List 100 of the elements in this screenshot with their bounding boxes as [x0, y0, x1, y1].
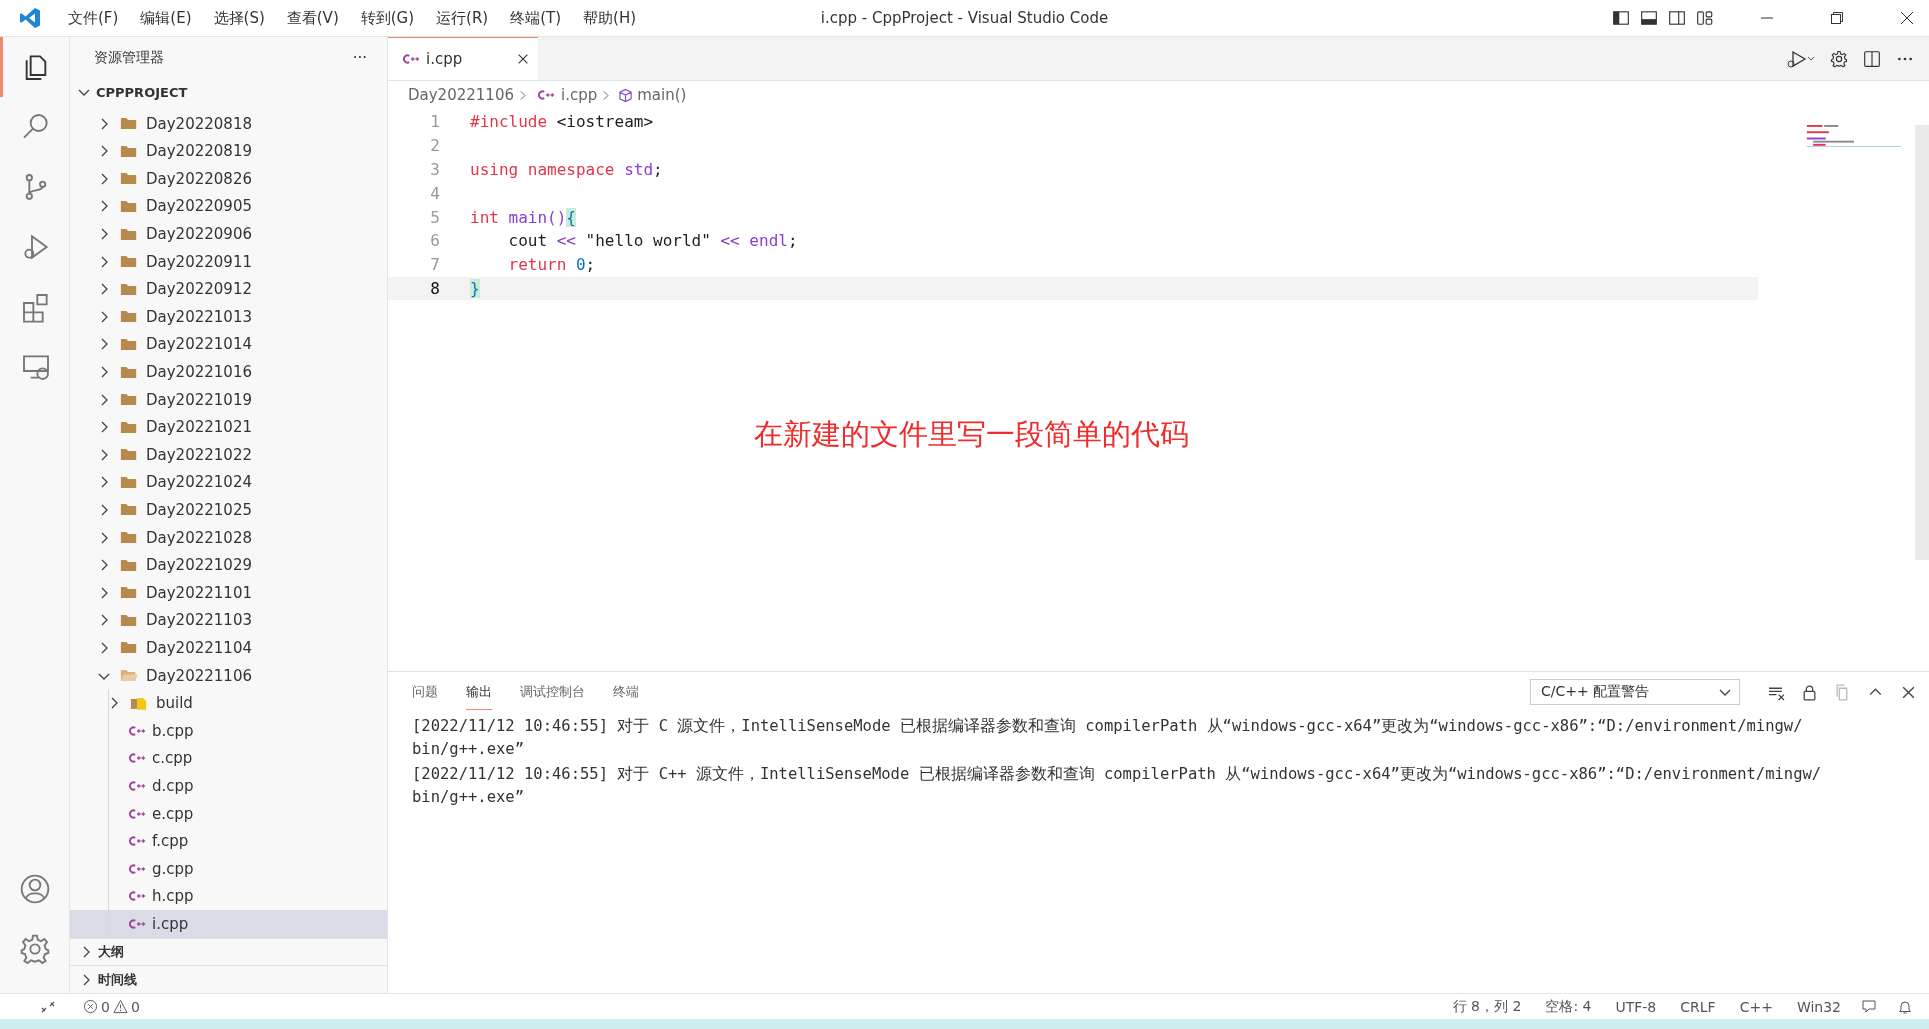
- problems-status[interactable]: 0 0: [80, 998, 140, 1015]
- tree-item[interactable]: d.cpp: [70, 772, 387, 800]
- tree-item[interactable]: Day20220826: [70, 165, 387, 193]
- section-header[interactable]: 大纲: [70, 937, 387, 966]
- cpp-file-icon: [128, 807, 146, 820]
- status-item[interactable]: C++: [1739, 998, 1773, 1015]
- status-item[interactable]: Win32: [1796, 998, 1841, 1015]
- more-actions-button[interactable]: ···: [352, 48, 367, 67]
- line-number: 6: [429, 231, 440, 251]
- folder-icon: [120, 447, 138, 463]
- panel-tab[interactable]: 终端: [613, 674, 639, 710]
- tree-item[interactable]: e.cpp: [70, 799, 387, 828]
- bell-icon[interactable]: [1897, 998, 1913, 1015]
- toggle-secondary-sidebar-icon[interactable]: [1668, 9, 1686, 27]
- tree-item[interactable]: g.cpp: [70, 854, 387, 883]
- output-channel-dropdown[interactable]: C/C++ 配置警告: [1530, 679, 1740, 705]
- folder-icon: [120, 640, 138, 656]
- code-line: int main(){: [470, 207, 576, 227]
- folder-icon: [120, 502, 138, 518]
- tree-item[interactable]: b.cpp: [70, 716, 387, 745]
- menu-item[interactable]: 帮助(H): [579, 6, 641, 30]
- code-line: #include <iostream>: [470, 112, 654, 132]
- tree-item[interactable]: Day20220912: [70, 275, 387, 303]
- account-icon[interactable]: [18, 873, 51, 905]
- tree-item[interactable]: i.cpp: [70, 910, 387, 938]
- tree-item[interactable]: Day20220911: [70, 247, 387, 276]
- tree-item[interactable]: Day20221103: [70, 606, 387, 635]
- tree-item[interactable]: Day20221025: [70, 496, 387, 524]
- breadcrumb-item[interactable]: i.cpp: [560, 86, 598, 104]
- status-item[interactable]: 空格: 4: [1545, 997, 1592, 1016]
- folder-icon: [120, 309, 138, 325]
- layout-icon[interactable]: [1696, 9, 1714, 27]
- breadcrumb-item[interactable]: main(): [637, 86, 687, 104]
- panel-tab[interactable]: 调试控制台: [520, 674, 585, 710]
- project-folder-label[interactable]: CPPPROJECT: [96, 84, 188, 100]
- line-number: 8: [429, 278, 440, 298]
- annotation-text: 在新建的文件里写一段简单的代码: [754, 416, 1189, 453]
- tree-item[interactable]: Day20221022: [70, 441, 387, 469]
- breadcrumb-item[interactable]: Day20221106: [408, 86, 514, 104]
- error-icon: [83, 999, 98, 1014]
- folder-icon: [120, 254, 138, 270]
- status-item[interactable]: 行 8，列 2: [1452, 997, 1522, 1016]
- menu-item[interactable]: 编辑(E): [136, 6, 196, 30]
- tree-item[interactable]: Day20221014: [70, 330, 387, 359]
- panel-tab[interactable]: 问题: [412, 674, 438, 710]
- tree-item[interactable]: Day20220819: [70, 137, 387, 166]
- tree-item[interactable]: Day20221016: [70, 358, 387, 386]
- close-icon[interactable]: [516, 52, 530, 66]
- tree-item[interactable]: Day20221019: [70, 385, 387, 414]
- tree-item[interactable]: Day20220905: [70, 192, 387, 221]
- cpp-file-icon: [128, 724, 146, 737]
- tree-item[interactable]: Day20221024: [70, 468, 387, 497]
- toggle-sidebar-icon[interactable]: [1612, 9, 1630, 27]
- output-line: bin/g++.exe”: [412, 788, 525, 808]
- folder-icon: [120, 392, 138, 408]
- feedback-icon[interactable]: [1861, 998, 1877, 1015]
- menu-item[interactable]: 查看(V): [282, 6, 343, 30]
- cpp-file-icon: [128, 917, 146, 930]
- cpp-file-icon: [128, 862, 146, 875]
- toggle-panel-icon[interactable]: [1640, 9, 1658, 27]
- tree-item[interactable]: Day20220906: [70, 220, 387, 248]
- menu-item[interactable]: 选择(S): [209, 6, 269, 30]
- panel-tab[interactable]: 输出: [466, 674, 492, 710]
- split-editor-icon[interactable]: [1863, 49, 1881, 68]
- settings-icon[interactable]: [1830, 49, 1848, 68]
- tree-item[interactable]: f.cpp: [70, 827, 387, 855]
- section-header[interactable]: 时间线: [70, 965, 387, 993]
- warning-icon: [112, 999, 128, 1014]
- folder-icon: [120, 364, 138, 380]
- menu-item[interactable]: 终端(T): [506, 6, 566, 30]
- tree-item[interactable]: Day20221101: [70, 578, 387, 607]
- run-debug-icon[interactable]: [1785, 48, 1815, 69]
- close-icon[interactable]: [1899, 10, 1915, 26]
- menu-item[interactable]: 文件(F): [64, 6, 123, 30]
- folder-icon: [120, 419, 138, 435]
- folder-icon: [120, 281, 138, 297]
- tree-item[interactable]: c.cpp: [70, 744, 387, 773]
- tree-item[interactable]: Day20221028: [70, 523, 387, 552]
- status-item[interactable]: CRLF: [1680, 998, 1716, 1015]
- menu-item[interactable]: 运行(R): [432, 6, 493, 30]
- menu-item[interactable]: 转到(G): [356, 6, 419, 30]
- status-item[interactable]: UTF-8: [1615, 998, 1657, 1015]
- tree-item[interactable]: Day20221021: [70, 413, 387, 441]
- explorer-title: 资源管理器: [94, 48, 164, 67]
- tree-item[interactable]: Day20221029: [70, 551, 387, 579]
- tree-item[interactable]: Day20221106: [70, 661, 387, 690]
- restore-icon[interactable]: [1829, 10, 1845, 26]
- editor-tab[interactable]: i.cpp: [388, 37, 538, 80]
- lock-icon[interactable]: [1801, 683, 1818, 701]
- cpp-file-icon: [128, 835, 146, 848]
- cpp-file-icon: [402, 53, 420, 65]
- line-number: 2: [429, 136, 440, 156]
- tree-item[interactable]: Day20221013: [70, 303, 387, 331]
- folder-icon: [120, 585, 138, 601]
- tree-item[interactable]: build: [70, 689, 387, 717]
- tree-item[interactable]: Day20221104: [70, 634, 387, 662]
- code-line: return 0;: [507, 255, 596, 275]
- code-line: cout << "hello world" << endl;: [507, 231, 798, 251]
- tree-item[interactable]: Day20220818: [70, 109, 387, 138]
- folder-icon: [120, 143, 138, 159]
